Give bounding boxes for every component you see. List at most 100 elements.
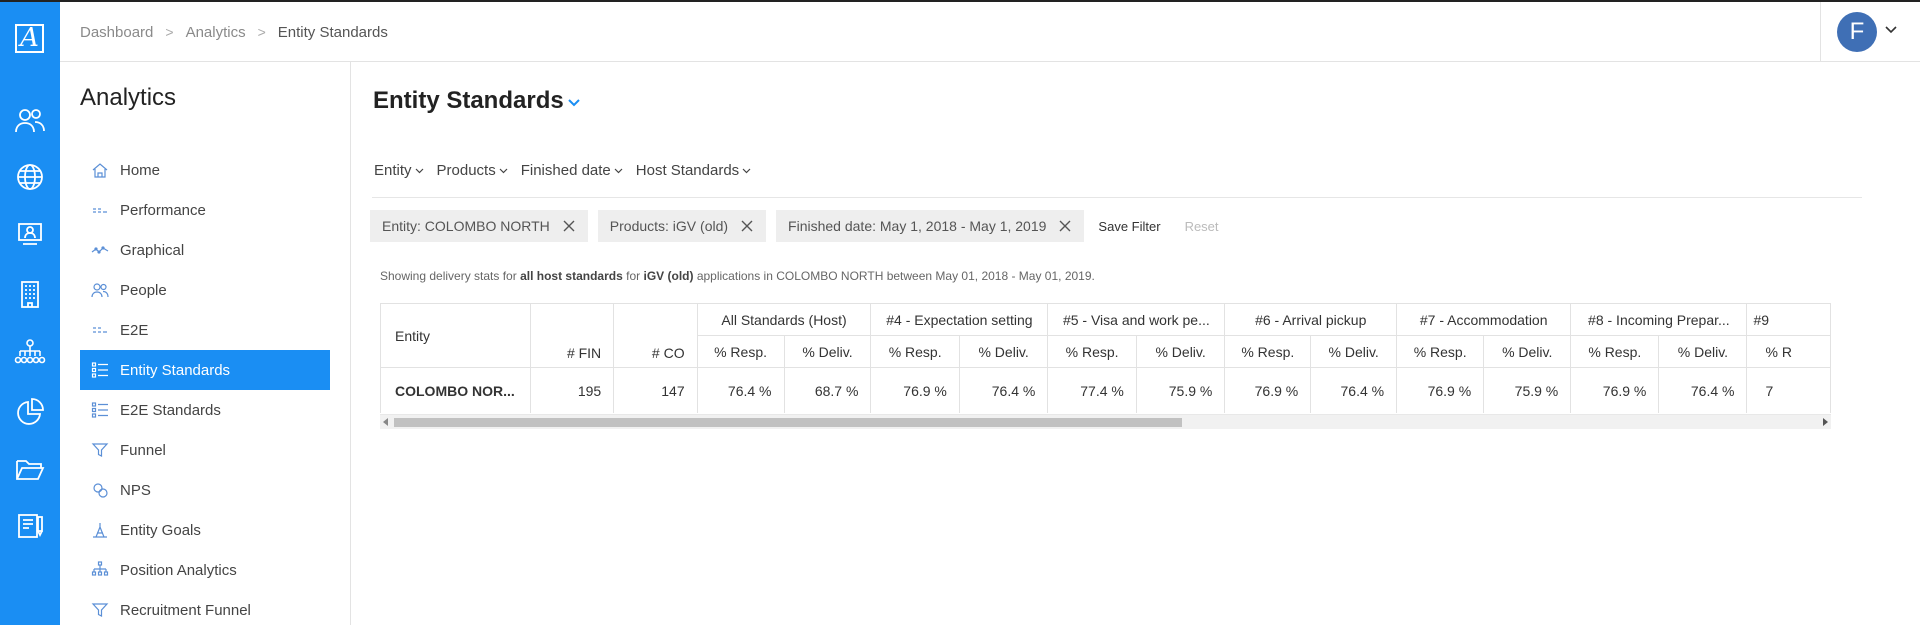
cell-entity[interactable]: COLOMBO NOR... [380,367,531,413]
funnel-icon [90,440,110,460]
column-group-standard-9: #9 [1746,303,1831,336]
chevron-down-icon [499,168,508,174]
column-header-resp[interactable]: % Resp. [1570,335,1660,368]
summary-part: between [886,269,933,283]
summary-text: Showing delivery stats for all host stan… [380,269,1095,283]
goals-icon [90,520,110,540]
sidebar-item-nps[interactable]: NPS [80,470,330,510]
sidebar-item-position-analytics[interactable]: Position Analytics [80,550,330,590]
column-header-entity[interactable]: Entity [380,303,531,368]
sidebar-item-e2e[interactable]: E2E [80,310,330,350]
save-filter-button[interactable]: Save Filter [1098,219,1160,234]
column-header-deliv[interactable]: % Deliv. [1658,335,1748,368]
column-header-deliv[interactable]: % Deliv. [1310,335,1398,368]
column-header-deliv[interactable]: % Deliv. [958,335,1049,368]
building-icon[interactable] [12,276,48,312]
standards-table: Entity # FIN # CO All Standards (Host) #… [380,303,1831,413]
chevron-down-icon[interactable] [566,95,582,111]
app-logo[interactable]: A [15,24,44,53]
table-row[interactable]: COLOMBO NOR... 195 147 76.4 % 68.7 % 76.… [380,367,1831,413]
sidebar-item-e2e-standards[interactable]: E2E Standards [80,390,330,430]
filter-label: Finished date [520,162,611,179]
summary-part: Showing delivery stats for [380,269,517,283]
sidebar-item-home[interactable]: Home [80,150,330,190]
filter-chip-finished-date: Finished date: May 1, 2018 - May 1, 2019 [776,210,1085,242]
summary-dates: May 01, 2018 - May 01, 2019. [935,269,1095,283]
sidebar-item-label: E2E [120,321,149,339]
chevron-down-icon [415,168,423,174]
filter-products[interactable]: Products [437,162,509,179]
cell-value: 76.9 % [870,367,960,413]
people-icon[interactable] [12,102,48,138]
sidebar-item-performance[interactable]: Performance [80,190,330,230]
sidebar-item-entity-standards[interactable]: Entity Standards [80,350,330,390]
avatar[interactable]: F [1837,12,1877,52]
user-menu[interactable]: F [1820,2,1920,62]
chevron-down-icon[interactable] [1883,22,1899,38]
sidebar-item-recruitment-funnel[interactable]: Recruitment Funnel [80,590,330,630]
column-group-standard-6: #6 - Arrival pickup [1224,303,1398,336]
cell-value-partial: 7 [1746,367,1831,413]
breadcrumb-analytics[interactable]: Analytics [186,24,246,41]
chevron-down-icon [614,168,623,174]
filter-entity[interactable]: Entity [374,162,425,179]
active-filters: Entity: COLOMBO NORTH Products: iGV (old… [370,210,1219,242]
sidebar-menu: Home Performance Graphical People E2E En… [80,150,330,630]
analytics-sidebar: Analytics Home Performance Graphical Peo… [60,62,351,625]
close-icon[interactable] [562,219,576,233]
filter-host-standards[interactable]: Host Standards [636,162,752,179]
column-header-co[interactable]: # CO [613,303,698,368]
column-header-deliv[interactable]: % Deliv. [783,335,872,368]
folder-open-icon[interactable] [12,451,48,487]
sidebar-item-funnel[interactable]: Funnel [80,430,330,470]
sidebar-item-label: Funnel [120,441,166,459]
close-icon[interactable] [740,219,754,233]
column-header-resp[interactable]: % Resp. [1047,335,1137,368]
filter-chip-entity: Entity: COLOMBO NORTH [370,210,588,242]
column-header-deliv[interactable]: % Deliv. [1483,335,1572,368]
close-icon[interactable] [1058,219,1072,233]
globe-icon[interactable] [12,159,48,195]
breadcrumb-dashboard[interactable]: Dashboard [80,24,153,41]
table-horizontal-scrollbar[interactable] [380,414,1831,429]
column-header-resp[interactable]: % Resp. [1396,335,1485,368]
e2e-icon [90,320,110,340]
filter-finished-date[interactable]: Finished date [521,162,624,179]
scrollbar-thumb[interactable] [394,418,1182,427]
cell-value: 76.9 % [1570,367,1660,413]
report-icon[interactable] [12,508,48,544]
summary-standards: all host standards [520,269,623,283]
org-chart-icon[interactable] [12,335,48,371]
column-header-resp[interactable]: % Resp. [1224,335,1312,368]
summary-product: iGV (old) [643,269,694,283]
filter-label: Host Standards [635,162,740,179]
cell-value: 77.4 % [1047,367,1137,413]
column-header-resp-partial[interactable]: % R [1746,335,1831,368]
sidebar-item-entity-goals[interactable]: Entity Goals [80,510,330,550]
page-title[interactable]: Entity Standards [373,87,582,115]
scroll-left-icon[interactable] [383,418,388,426]
sidebar-item-graphical[interactable]: Graphical [80,230,330,270]
line-chart-icon [90,240,110,260]
sidebar-item-label: Recruitment Funnel [120,601,251,619]
cell-value: 76.9 % [1224,367,1312,413]
column-header-resp[interactable]: % Resp. [870,335,960,368]
summary-entity: COLOMBO NORTH [776,269,884,283]
pie-chart-icon[interactable] [12,394,48,430]
sidebar-item-people[interactable]: People [80,270,330,310]
column-header-fin[interactable]: # FIN [529,303,615,368]
column-header-resp[interactable]: % Resp. [696,335,785,368]
presentation-icon[interactable] [12,216,48,252]
breadcrumb: Dashboard > Analytics > Entity Standards [80,2,388,62]
performance-icon [90,200,110,220]
funnel-icon [90,600,110,620]
column-header-deliv[interactable]: % Deliv. [1135,335,1226,368]
sidebar-item-label: Entity Goals [120,521,201,539]
filter-bar: Entity Products Finished date Host Stand… [374,162,764,179]
top-header: Dashboard > Analytics > Entity Standards… [60,2,1920,62]
reset-button[interactable]: Reset [1185,219,1219,234]
page-title-text: Entity Standards [373,87,564,114]
cell-value: 76.4 % [1658,367,1748,413]
scroll-right-icon[interactable] [1823,418,1828,426]
standards-table-container: Entity # FIN # CO All Standards (Host) #… [380,303,1831,413]
